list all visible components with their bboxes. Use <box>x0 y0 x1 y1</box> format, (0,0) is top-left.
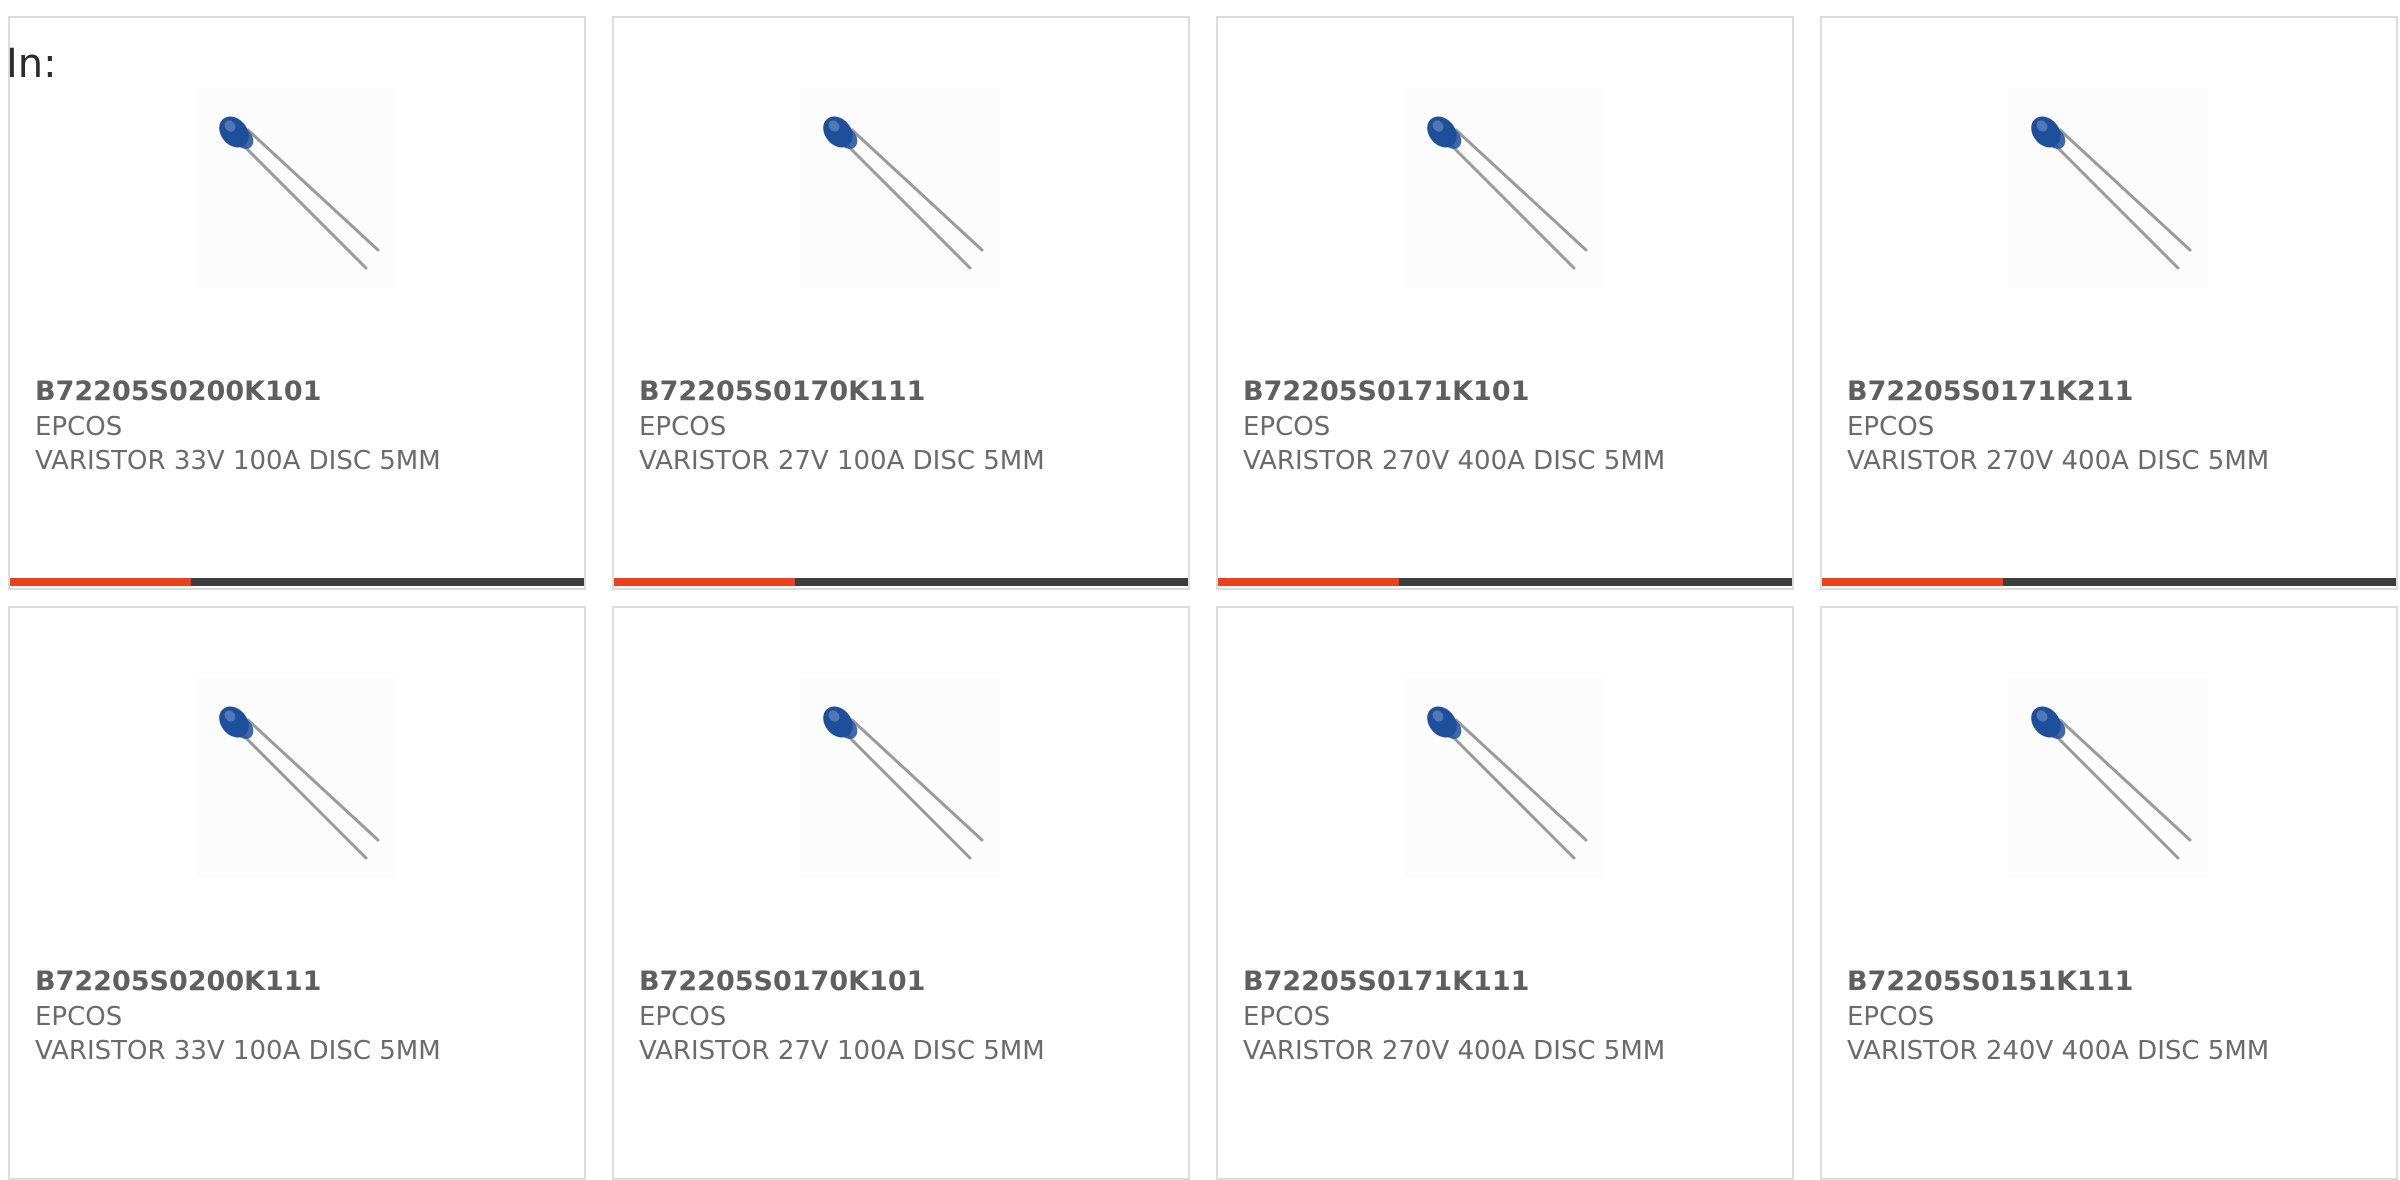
part-number[interactable]: B72205S0170K111 <box>639 376 925 407</box>
varistor-image <box>1404 88 1604 288</box>
varistor-image <box>1404 678 1604 878</box>
progress-bar <box>1822 578 2396 586</box>
varistor-image <box>2008 88 2208 288</box>
varistor-image <box>196 88 396 288</box>
part-number[interactable]: B72205S0170K101 <box>639 966 925 997</box>
varistor-icon <box>1427 706 1588 860</box>
varistor-icon <box>823 706 984 860</box>
manufacturer: EPCOS <box>1847 412 1935 442</box>
description: VARISTOR 33V 100A DISC 5MM <box>35 446 441 476</box>
description: VARISTOR 27V 100A DISC 5MM <box>639 1036 1045 1066</box>
varistor-icon <box>823 116 984 270</box>
progress-bar-fill <box>614 578 795 586</box>
description: VARISTOR 27V 100A DISC 5MM <box>639 446 1045 476</box>
varistor-image <box>800 678 1000 878</box>
part-number[interactable]: B72205S0200K111 <box>35 966 321 997</box>
manufacturer: EPCOS <box>639 412 727 442</box>
progress-bar-fill <box>1218 578 1399 586</box>
description: VARISTOR 270V 400A DISC 5MM <box>1243 446 1666 476</box>
progress-bar <box>10 578 584 586</box>
manufacturer: EPCOS <box>1243 412 1331 442</box>
description: VARISTOR 270V 400A DISC 5MM <box>1243 1036 1666 1066</box>
manufacturer: EPCOS <box>639 1002 727 1032</box>
manufacturer: EPCOS <box>35 1002 123 1032</box>
varistor-icon <box>219 706 380 860</box>
product-card[interactable]: B72205S0200K111 EPCOS VARISTOR 33V 100A … <box>8 606 586 1180</box>
part-number[interactable]: B72205S0151K111 <box>1847 966 2133 997</box>
product-grid: In: B72205S0200K101 EPCOS VARISTOR 33V 1… <box>0 0 2400 1180</box>
manufacturer: EPCOS <box>1243 1002 1331 1032</box>
progress-bar <box>614 578 1188 586</box>
part-number[interactable]: B72205S0171K101 <box>1243 376 1529 407</box>
progress-bar <box>1218 578 1792 586</box>
product-card[interactable]: B72205S0151K111 EPCOS VARISTOR 240V 400A… <box>1820 606 2398 1180</box>
description: VARISTOR 270V 400A DISC 5MM <box>1847 446 2270 476</box>
product-card[interactable]: B72205S0170K111 EPCOS VARISTOR 27V 100A … <box>612 16 1190 590</box>
manufacturer: EPCOS <box>35 412 123 442</box>
varistor-image <box>196 678 396 878</box>
product-card[interactable]: B72205S0171K211 EPCOS VARISTOR 270V 400A… <box>1820 16 2398 590</box>
product-card[interactable]: B72205S0200K101 EPCOS VARISTOR 33V 100A … <box>8 16 586 590</box>
description: VARISTOR 33V 100A DISC 5MM <box>35 1036 441 1066</box>
product-card[interactable]: B72205S0170K101 EPCOS VARISTOR 27V 100A … <box>612 606 1190 1180</box>
varistor-image <box>2008 678 2208 878</box>
varistor-image <box>800 88 1000 288</box>
description: VARISTOR 240V 400A DISC 5MM <box>1847 1036 2270 1066</box>
part-number[interactable]: B72205S0171K111 <box>1243 966 1529 997</box>
varistor-icon <box>219 116 380 270</box>
varistor-icon <box>1427 116 1588 270</box>
varistor-icon <box>2031 706 2192 860</box>
progress-bar-fill <box>10 578 191 586</box>
varistor-icon <box>2031 116 2192 270</box>
in-label: In: <box>6 41 57 87</box>
part-number[interactable]: B72205S0171K211 <box>1847 376 2133 407</box>
product-card[interactable]: B72205S0171K101 EPCOS VARISTOR 270V 400A… <box>1216 16 1794 590</box>
progress-bar-fill <box>1822 578 2003 586</box>
product-card[interactable]: B72205S0171K111 EPCOS VARISTOR 270V 400A… <box>1216 606 1794 1180</box>
part-number[interactable]: B72205S0200K101 <box>35 376 321 407</box>
manufacturer: EPCOS <box>1847 1002 1935 1032</box>
